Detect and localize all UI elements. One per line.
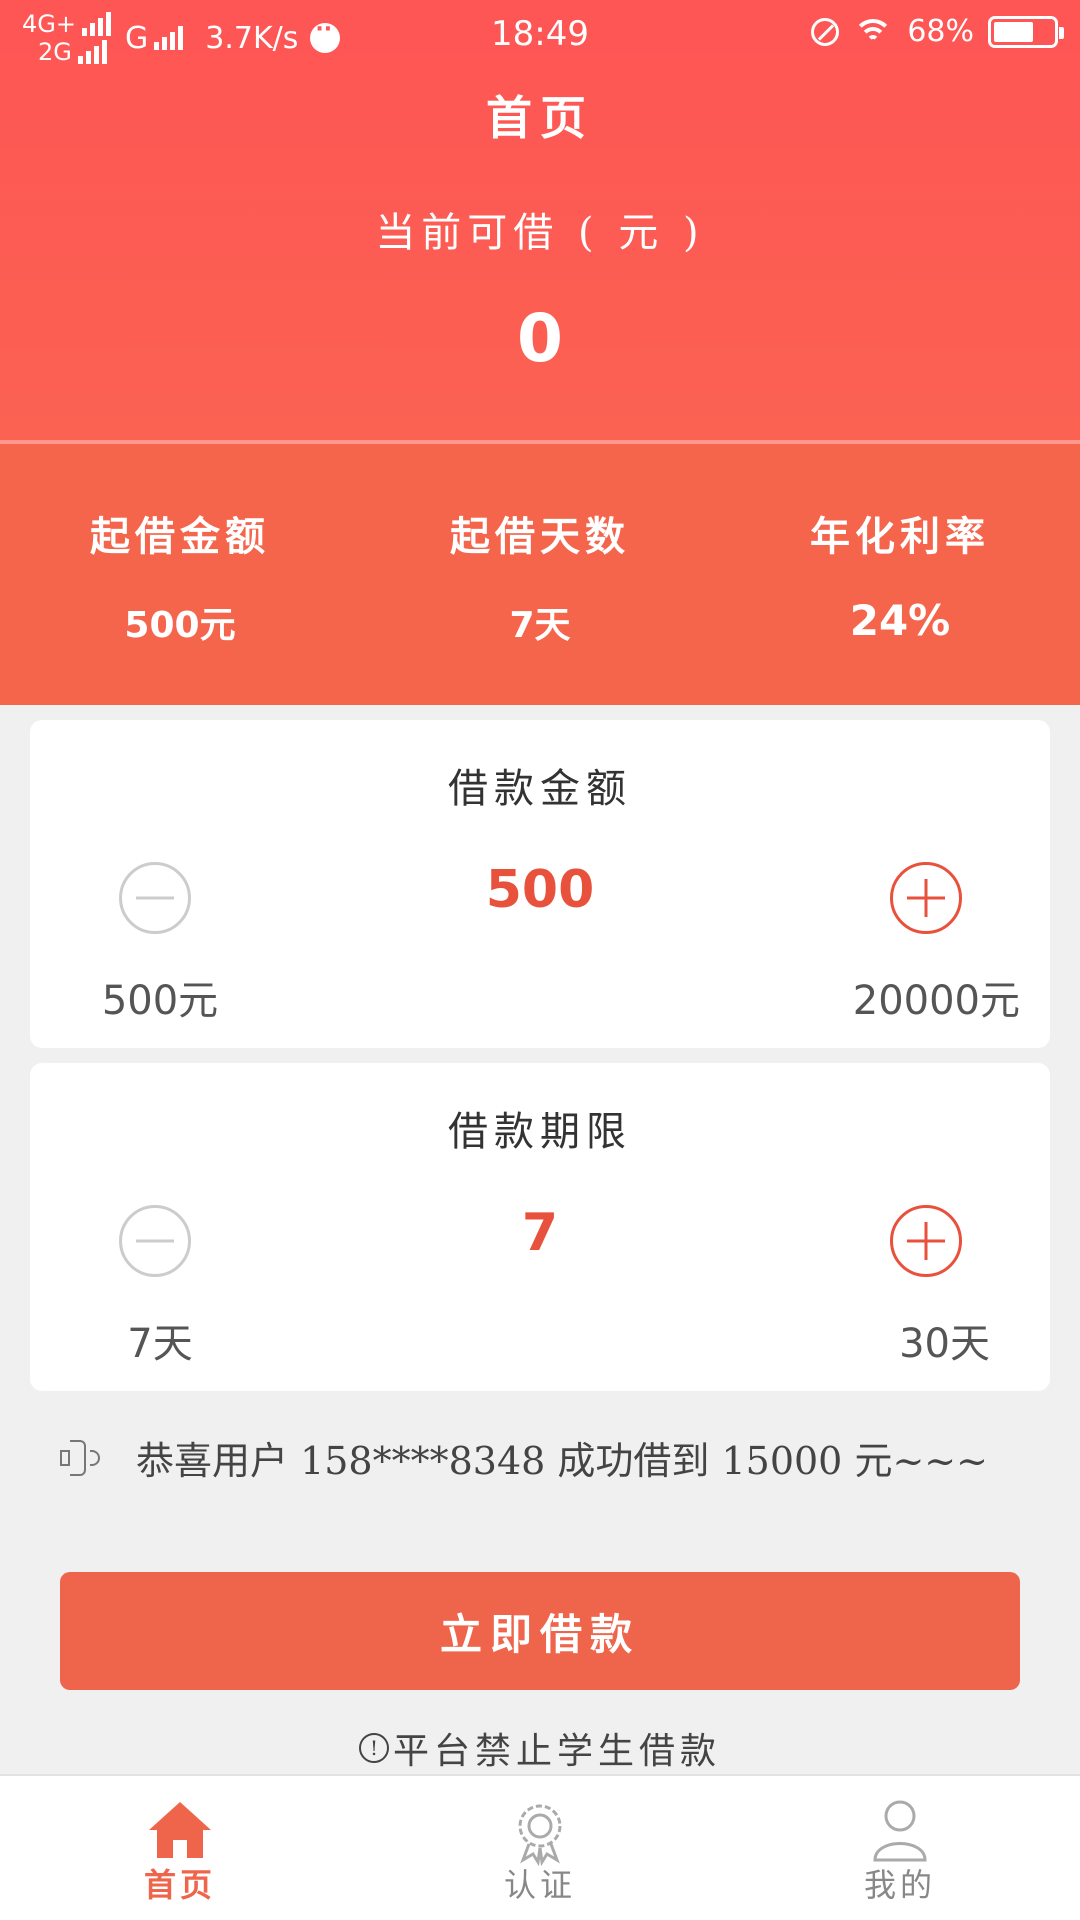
battery-percent: 68% — [907, 14, 974, 49]
nav-label: 我的 — [863, 1866, 936, 1904]
term-min-label: 7天 — [127, 1321, 193, 1367]
loan-stats: 起借金额 500元 起借天数 7天 年化利率 24% — [0, 444, 1080, 705]
status-right: 68% — [811, 14, 1064, 49]
battery-icon — [988, 15, 1064, 48]
stat-value: 7天 — [509, 605, 571, 646]
stat-label: 起借金额 — [90, 513, 270, 560]
stat-min-amount: 起借金额 500元 — [0, 444, 360, 705]
stat-label: 起借天数 — [450, 513, 630, 560]
stat-annual-rate: 年化利率 24% — [720, 444, 1080, 705]
warning-text: 平台禁止学生借款 — [392, 1731, 721, 1772]
stat-min-days: 起借天数 7天 — [360, 444, 720, 705]
do-not-disturb-icon — [811, 17, 840, 46]
user-icon — [873, 1800, 927, 1862]
amount-increase-button[interactable] — [890, 862, 962, 934]
stat-value: 500元 — [124, 605, 236, 646]
info-icon: ! — [358, 1733, 389, 1763]
term-max-label: 30天 — [899, 1321, 990, 1367]
nav-item-home[interactable]: 首页 — [0, 1776, 360, 1920]
wifi-icon — [853, 17, 894, 47]
notice-text: 恭喜用户 158****8348 成功借到 15000 元~~~ — [136, 1439, 988, 1483]
badge-icon — [518, 1804, 562, 1866]
amount-max-label: 20000元 — [852, 978, 1020, 1024]
header: 4G+ 2G G 3.7K/s 18:49 — [0, 0, 1080, 705]
available-credit-value: 0 — [517, 300, 563, 377]
speaker-icon — [58, 1438, 102, 1478]
page-title: 首页 — [486, 91, 594, 145]
card-title: 借款期限 — [448, 1109, 632, 1155]
term-increase-button[interactable] — [890, 1205, 962, 1277]
nav-label: 首页 — [143, 1866, 216, 1904]
loan-notice-ticker: 恭喜用户 158****8348 成功借到 15000 元~~~ — [58, 1430, 1068, 1485]
available-credit-label: 当前可借 ( 元 ) — [375, 210, 705, 256]
status-bar: 4G+ 2G G 3.7K/s 18:49 — [0, 0, 1080, 70]
borrow-now-button[interactable]: 立即借款 — [60, 1572, 1020, 1690]
loan-amount-card: 借款金额 500 500元 20000元 — [30, 720, 1050, 1048]
nav-item-profile[interactable]: 我的 — [720, 1776, 1080, 1920]
stat-label: 年化利率 — [810, 513, 990, 560]
bottom-nav: 首页 认证 我的 — [0, 1774, 1080, 1920]
student-warning: ! 平台禁止学生借款 — [0, 1722, 1080, 1774]
nav-item-verification[interactable]: 认证 — [360, 1776, 720, 1920]
clock: 18:49 — [491, 14, 589, 54]
home-icon — [149, 1802, 211, 1858]
stat-value: 24% — [849, 596, 951, 645]
nav-label: 认证 — [503, 1866, 576, 1904]
card-title: 借款金额 — [448, 766, 632, 812]
amount-min-label: 500元 — [101, 978, 219, 1024]
loan-term-card: 借款期限 7 7天 30天 — [30, 1063, 1050, 1391]
